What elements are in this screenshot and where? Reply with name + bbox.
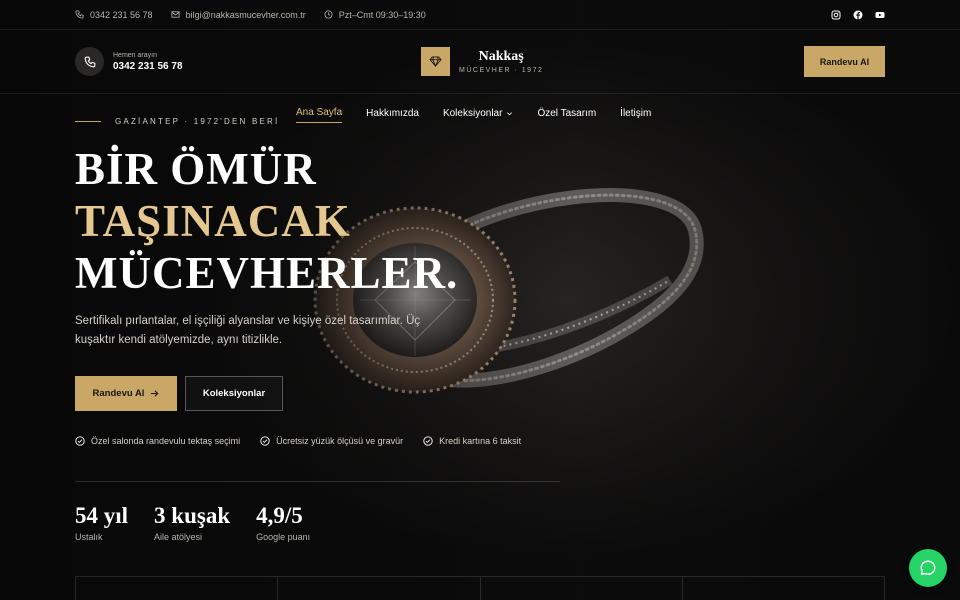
stat-label: Aile atölyesi [154,532,203,542]
feature-cards-strip [75,576,885,600]
topbar-email[interactable]: bilgi@nakkasmucevher.com.tr [171,10,306,20]
hero-collections-button[interactable]: Koleksiyonlar [185,376,283,411]
hero-headline: BİR ÖMÜR TAŞINACAK MÜCEVHERLER. [75,143,458,299]
headline-line-2: TAŞINACAK [75,196,351,246]
nav-label: İletişim [620,107,652,119]
nav-custom-design[interactable]: Özel Tasarım [537,107,596,123]
stat-item: 3 kuşak Aile atölyesi [154,503,230,542]
phone-icon [75,10,84,19]
instagram-icon[interactable] [831,10,841,20]
stat-label: Google puanı [256,532,311,542]
hero-stats: 54 yıl Ustalık 3 kuşak Aile atölyesi 4,9… [75,503,310,542]
call-number: 0342 231 56 78 [113,60,183,72]
header-appointment-button[interactable]: Randevu Al [804,46,885,77]
cta-primary-label: Randevu Al [92,388,145,399]
chat-bubble-icon [920,560,936,576]
call-label: Hemen arayın [113,51,157,59]
nav-label: Ana Sayfa [296,107,343,118]
whatsapp-button[interactable] [909,549,947,587]
nav-home[interactable]: Ana Sayfa [296,107,343,123]
topbar-phone[interactable]: 0342 231 56 78 [75,10,153,20]
brand-subtitle: MÜCEVHER · 1972 [459,67,544,74]
check-circle-icon [260,436,270,446]
topbar-phone-text: 0342 231 56 78 [90,9,153,20]
topbar-hours-text: Pzt–Cmt 09:30–19:30 [338,9,426,20]
feature-card[interactable] [76,577,279,600]
topbar-email-text: bilgi@nakkasmucevher.com.tr [185,9,306,20]
facebook-icon[interactable] [853,10,863,20]
arrow-right-icon [151,390,159,397]
nav-contact[interactable]: İletişim [620,107,651,123]
nav-label: Hakkımızda [366,107,419,119]
stats-divider [75,481,560,482]
brand-name: Nakkaş [478,49,524,64]
stat-item: 54 yıl Ustalık [75,503,128,542]
diamond-icon [421,47,450,76]
topbar-hours: Pzt–Cmt 09:30–19:30 [324,10,426,20]
feature-item: Kredi kartına 6 taksit [423,436,521,446]
clock-icon [324,10,333,19]
hero-cta-row: Randevu Al Koleksiyonlar [75,376,283,411]
chevron-down-icon [507,111,513,115]
feature-item: Ücretsiz yüzük ölçüsü ve gravür [260,436,403,446]
feature-card[interactable] [683,577,884,600]
feature-text: Ücretsiz yüzük ölçüsü ve gravür [276,436,404,446]
headline-line-1: BİR ÖMÜR [75,144,317,194]
call-block[interactable]: Hemen arayın 0342 231 56 78 [75,47,183,76]
top-info-bar: 0342 231 56 78 bilgi@nakkasmucevher.com.… [0,0,960,30]
main-navigation: Ana Sayfa Hakkımızda Koleksiyonlar Özel … [296,107,651,123]
stat-item: 4,9/5 Google puanı [256,503,310,542]
stat-value: 54 yıl [75,503,129,528]
headline-line-3: MÜCEVHERLER. [75,248,459,298]
hero-appointment-button[interactable]: Randevu Al [75,376,177,411]
nav-label: Özel Tasarım [537,107,597,119]
eyebrow-text: GAZİANTEP · 1972'DEN BERİ [115,117,280,126]
check-circle-icon [423,436,433,446]
brand-logo[interactable]: Nakkaş MÜCEVHER · 1972 [421,47,543,76]
feature-text: Kredi kartına 6 taksit [439,436,522,446]
hero-description: Sertifikalı pırlantalar, el işçiliği aly… [75,315,421,346]
check-circle-icon [75,436,85,446]
stat-value: 4,9/5 [256,503,303,528]
feature-text: Özel salonda randevulu tektaş seçimi [91,436,241,446]
nav-label: Koleksiyonlar [442,107,503,119]
feature-item: Özel salonda randevulu tektaş seçimi [75,436,240,446]
stat-label: Ustalık [75,532,103,542]
feature-card[interactable] [278,577,481,600]
phone-icon [75,47,104,76]
hero-features: Özel salonda randevulu tektaş seçimi Ücr… [75,436,521,446]
hero-eyebrow: GAZİANTEP · 1972'DEN BERİ [75,117,279,126]
nav-about[interactable]: Hakkımızda [366,107,419,123]
site-header: Hemen arayın 0342 231 56 78 Nakkaş MÜCEV… [0,30,960,94]
mail-icon [171,11,180,18]
nav-collections[interactable]: Koleksiyonlar [443,107,513,123]
stat-value: 3 kuşak [154,503,231,528]
eyebrow-line [75,121,101,122]
feature-card[interactable] [481,577,683,600]
youtube-icon[interactable] [875,10,885,20]
social-links [831,10,885,20]
